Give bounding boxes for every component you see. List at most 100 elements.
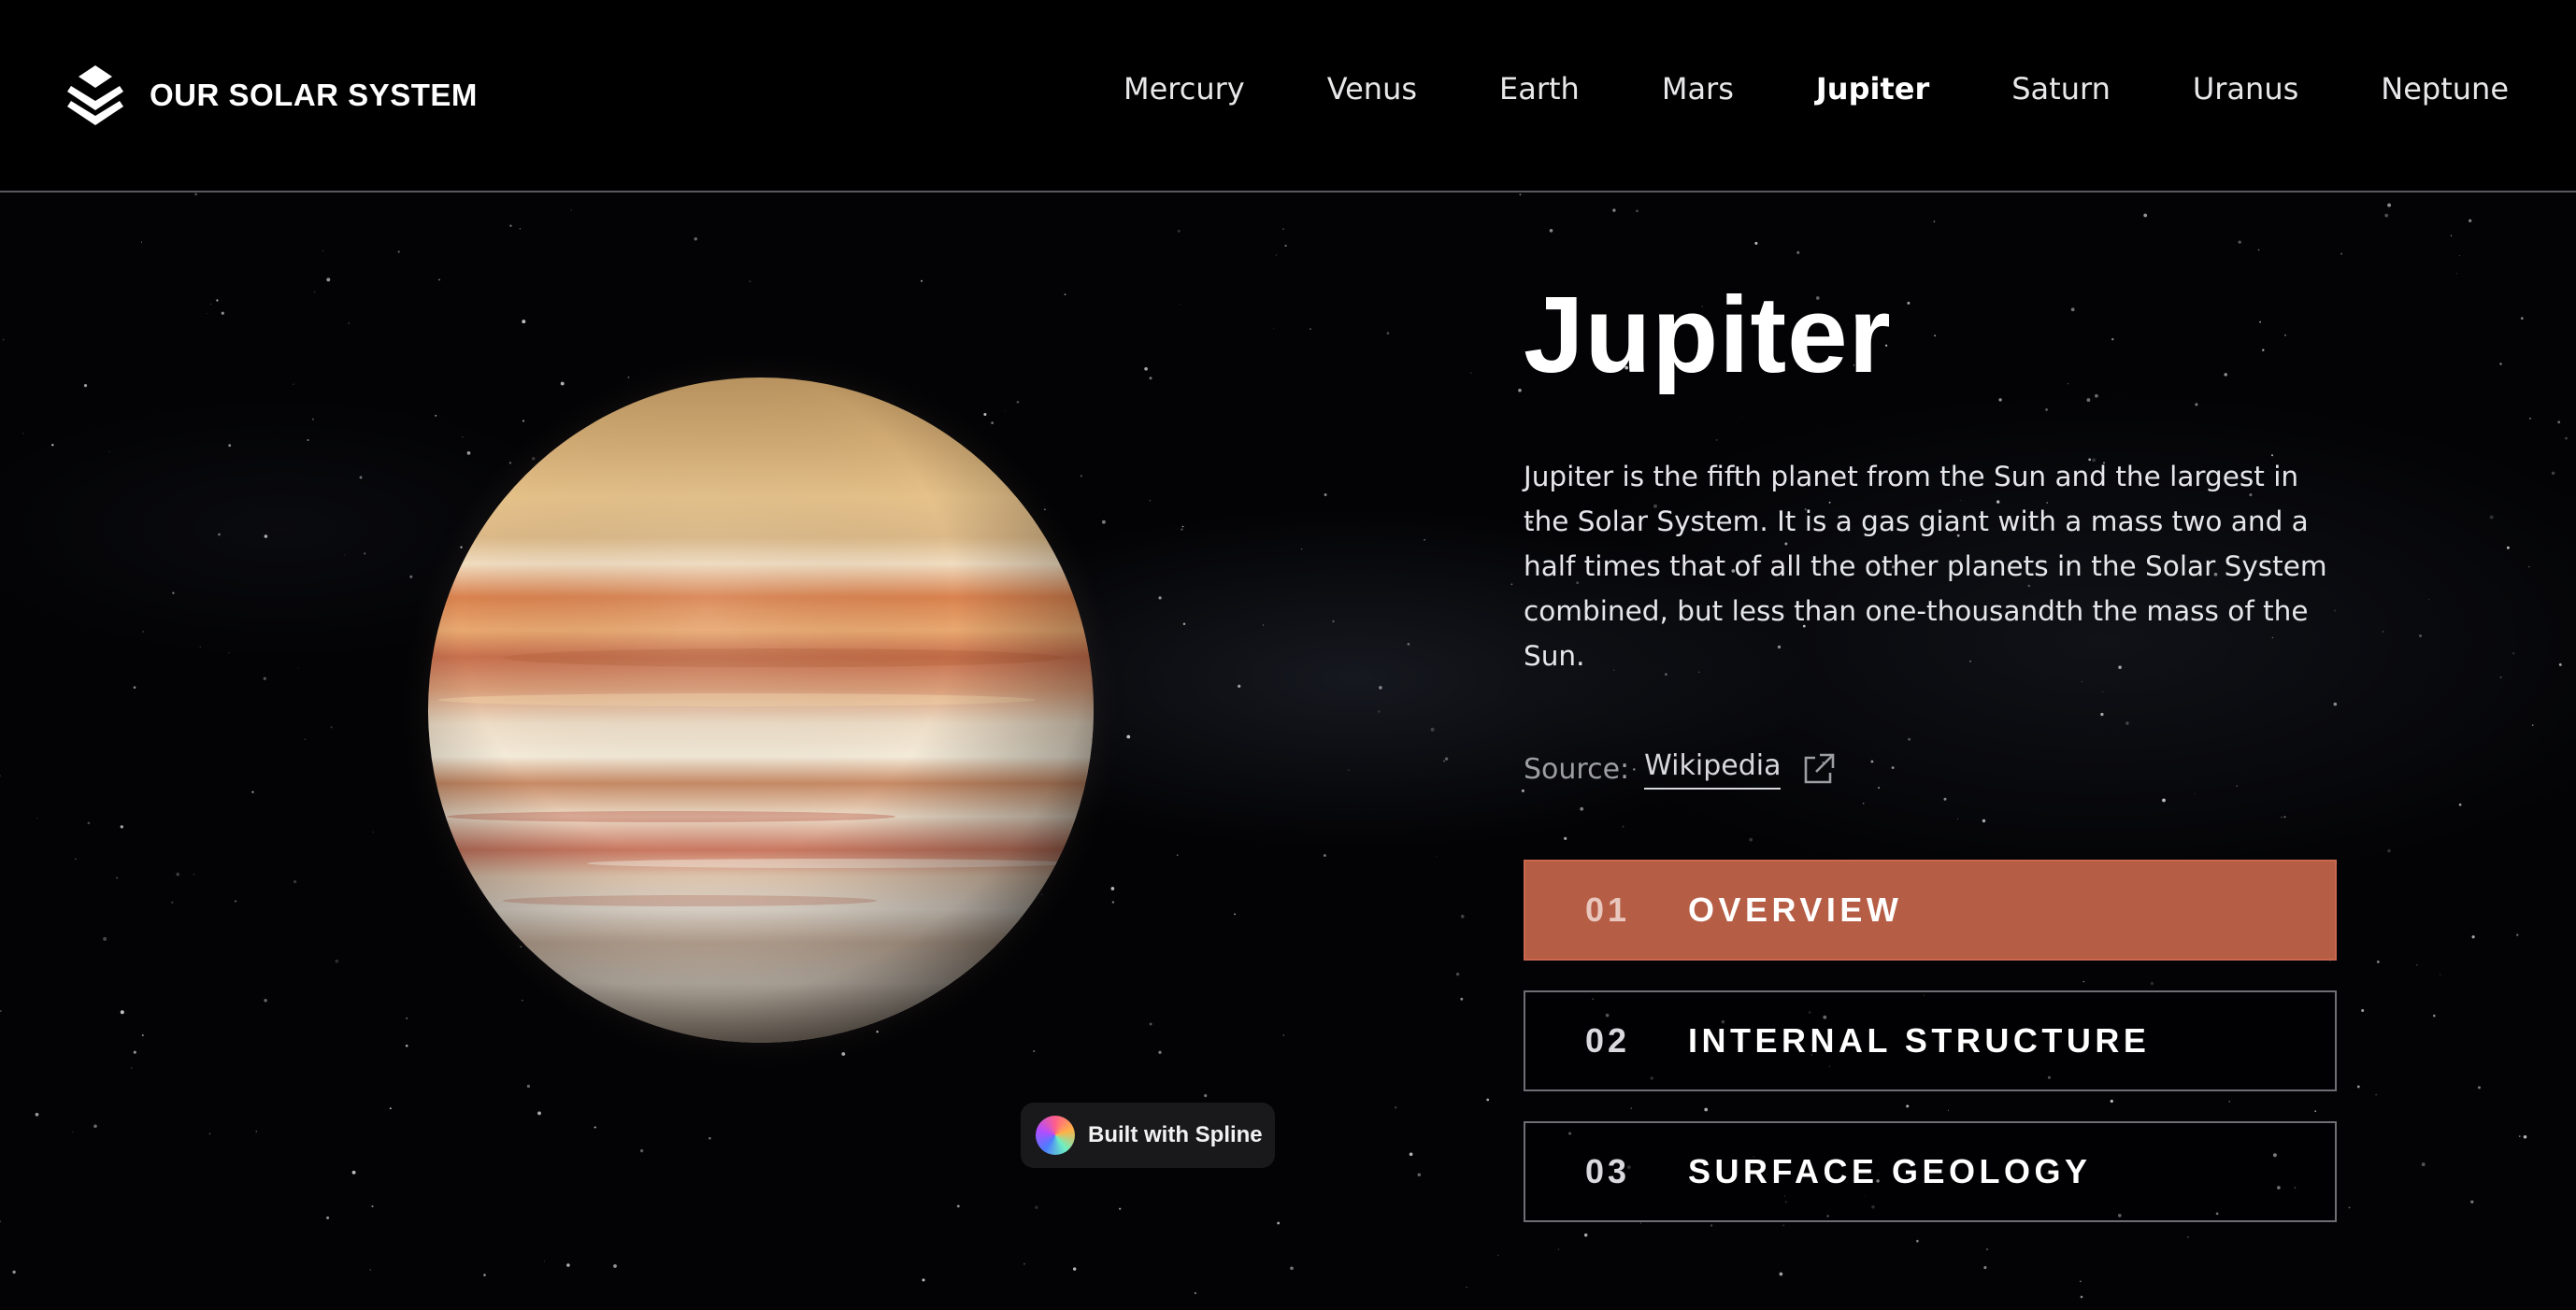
star [12, 1270, 16, 1274]
star [1486, 1098, 1490, 1102]
star [120, 825, 123, 829]
built-with-spline-badge[interactable]: Built with Spline [1021, 1103, 1275, 1168]
star [140, 241, 143, 243]
star [397, 250, 400, 253]
star [36, 818, 38, 819]
source-link[interactable]: Wikipedia [1644, 749, 1782, 790]
star [508, 462, 512, 464]
star [1182, 622, 1186, 625]
layered-diamond-logo-icon [67, 65, 123, 125]
star [1549, 228, 1553, 233]
star [2516, 933, 2519, 936]
star [103, 936, 107, 941]
star [983, 412, 987, 417]
external-link-icon[interactable] [1799, 751, 1837, 789]
star [1460, 914, 1465, 918]
star [221, 311, 224, 315]
star [194, 192, 197, 196]
tab-internal-structure[interactable]: 02 INTERNAL STRUCTURE [1524, 990, 2337, 1091]
star [218, 533, 221, 536]
star [1636, 209, 1639, 213]
star [2421, 1162, 2426, 1167]
star [1282, 1034, 1284, 1036]
star [1519, 193, 1522, 196]
star [216, 299, 219, 302]
star [1455, 972, 1460, 976]
star [1276, 254, 1278, 256]
star [1430, 727, 1435, 732]
star [613, 1264, 617, 1268]
star [2558, 662, 2562, 666]
star [1149, 1022, 1152, 1026]
star [2557, 420, 2561, 424]
star [1194, 1291, 1197, 1295]
star [359, 476, 363, 479]
star [2489, 515, 2494, 520]
star [0, 1220, 2, 1223]
star [570, 209, 572, 211]
tab-overview[interactable]: 01 OVERVIEW [1524, 860, 2337, 961]
brand-name: OUR SOLAR SYSTEM [150, 78, 478, 112]
planet-3d-model[interactable] [428, 377, 1094, 1043]
star [133, 1050, 136, 1054]
nav-item-mercury[interactable]: Mercury [1123, 71, 1245, 107]
star [297, 667, 299, 669]
nav-item-saturn[interactable]: Saturn [2011, 71, 2111, 107]
nav-item-earth[interactable]: Earth [1499, 71, 1580, 107]
star [460, 546, 463, 548]
star [2238, 240, 2241, 244]
star [1119, 1207, 1122, 1210]
star [921, 279, 923, 282]
star [1510, 583, 1513, 586]
star [1796, 250, 1800, 254]
star [560, 381, 565, 386]
planet-title: Jupiter [1524, 274, 1892, 395]
star [2506, 546, 2510, 549]
brand[interactable]: OUR SOLAR SYSTEM [65, 64, 478, 127]
star [2416, 964, 2418, 966]
star [171, 901, 174, 904]
star [1234, 913, 1236, 916]
star [522, 320, 526, 324]
star [1016, 400, 1020, 404]
star [293, 383, 294, 385]
star [371, 1205, 374, 1208]
star [708, 1136, 711, 1140]
star [1749, 837, 1753, 842]
star [409, 575, 413, 578]
star [264, 534, 268, 538]
nav-item-jupiter[interactable]: Jupiter [1816, 71, 1929, 107]
star [2387, 848, 2391, 853]
star [1943, 797, 1947, 801]
star [2529, 418, 2531, 420]
nav-item-neptune[interactable]: Neptune [2381, 71, 2509, 107]
star [1309, 328, 1311, 330]
star [307, 439, 309, 441]
spline-badge-label: Built with Spline [1088, 1122, 1263, 1147]
star [293, 880, 297, 884]
star [435, 415, 437, 417]
star [2499, 676, 2502, 678]
tab-surface-geology[interactable]: 03 SURFACE GEOLOGY [1524, 1121, 2337, 1222]
star [87, 821, 91, 825]
header-divider [0, 191, 2576, 192]
nav-item-mars[interactable]: Mars [1662, 71, 1734, 107]
star [1149, 500, 1152, 502]
star [956, 1204, 960, 1208]
star [251, 790, 254, 793]
star [1417, 1173, 1422, 1176]
jupiter-globe-image [428, 377, 1094, 1043]
star [1933, 221, 1936, 222]
star [1126, 734, 1131, 739]
star [2499, 363, 2502, 365]
star [1111, 901, 1115, 904]
star [406, 1017, 408, 1019]
star [1466, 1287, 1467, 1289]
star [2551, 471, 2555, 476]
star [1277, 1221, 1281, 1225]
nav-item-venus[interactable]: Venus [1327, 71, 1417, 107]
star [521, 999, 523, 1002]
star [532, 457, 536, 461]
star [520, 946, 522, 947]
nav-item-uranus[interactable]: Uranus [2193, 71, 2298, 107]
